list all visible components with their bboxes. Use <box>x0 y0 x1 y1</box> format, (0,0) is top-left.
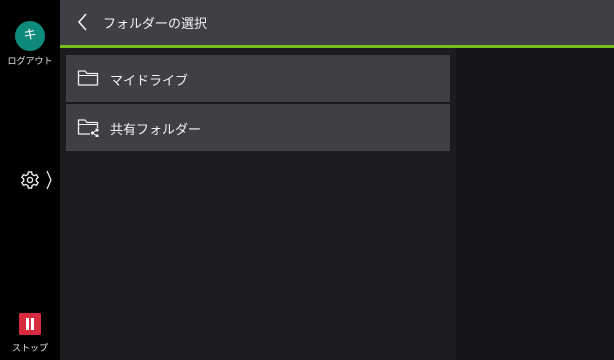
list-item-shared-folder[interactable]: 共有フォルダー <box>66 104 450 151</box>
header-bar: フォルダーの選択 <box>60 0 614 45</box>
back-button[interactable] <box>72 10 96 34</box>
user-avatar: キ <box>15 21 45 51</box>
page-title: フォルダーの選択 <box>103 17 208 32</box>
chevron-right-icon <box>46 170 52 190</box>
right-panel <box>456 48 614 360</box>
shared-folder-icon <box>77 119 99 137</box>
settings-button[interactable] <box>18 168 56 192</box>
pause-icon <box>19 313 41 335</box>
chevron-left-icon <box>77 13 87 31</box>
gear-icon <box>21 170 52 190</box>
left-rail: キ ログアウト ストップ <box>0 0 60 360</box>
list-item-label: 共有フォルダー <box>110 123 202 138</box>
stop-button[interactable]: ストップ <box>0 313 60 354</box>
list-item-my-drive[interactable]: マイドライブ <box>66 55 450 102</box>
main-content: マイドライブ 共有フォルダー <box>60 48 456 360</box>
logout-label: ログアウト <box>7 57 53 67</box>
folder-icon <box>77 70 99 86</box>
list-item-label: マイドライブ <box>110 74 189 89</box>
folder-list: マイドライブ 共有フォルダー <box>66 55 450 153</box>
app-screen: キ ログアウト ストップ フォルダーの選択 マイドライブ 共有フォルダー <box>0 0 614 360</box>
stop-label: ストップ <box>11 344 48 354</box>
logout-button[interactable]: キ ログアウト <box>0 21 60 67</box>
